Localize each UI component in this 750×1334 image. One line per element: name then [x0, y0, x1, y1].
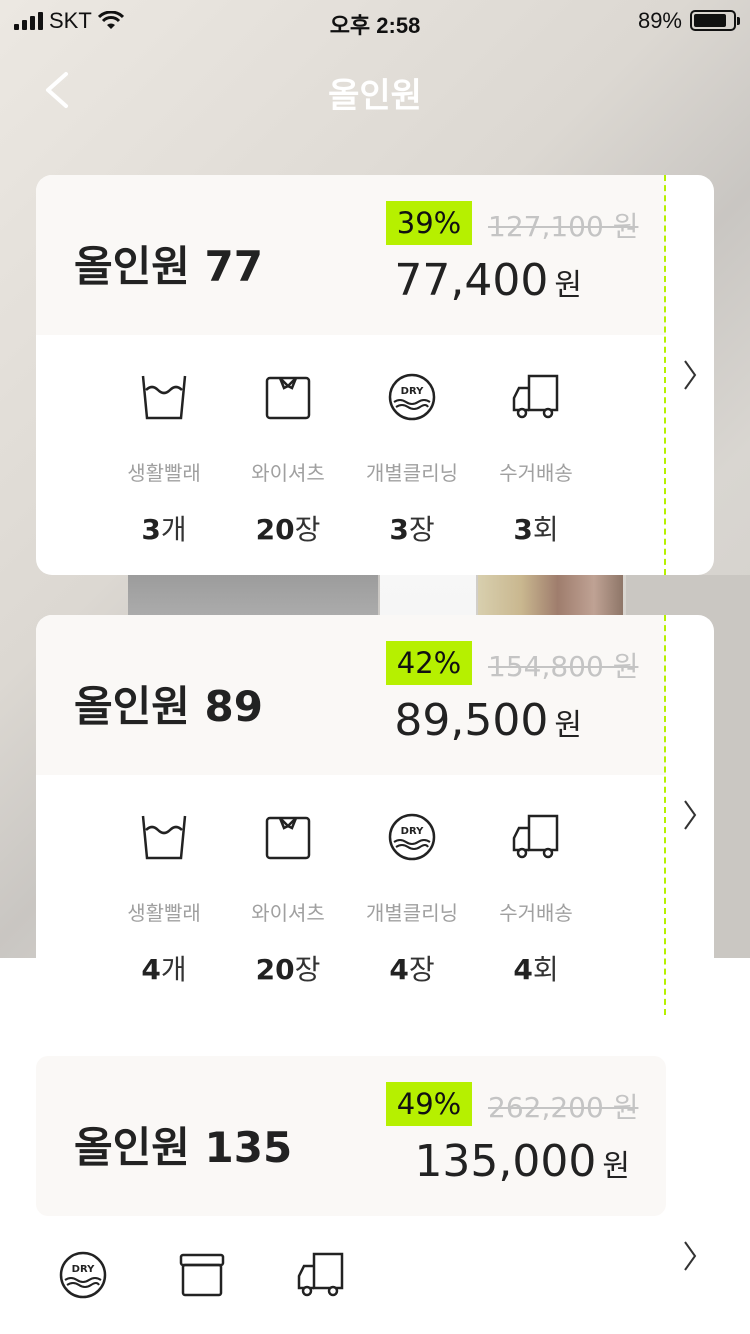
- delivery-truck-icon: [512, 374, 559, 419]
- delivery-truck-icon: [297, 1252, 344, 1297]
- plan-features: 생활빨래 4개 와이셔츠 20장 DRY 개별클리닝 4장 수거배송 4회: [102, 811, 598, 988]
- feature-laundry: 생활빨래 4개: [102, 811, 226, 988]
- status-bar: SKT 오후 2:58 89%: [0, 0, 750, 40]
- shirt-icon: [265, 816, 311, 860]
- battery-icon: [690, 10, 740, 31]
- chevron-right-icon[interactable]: [682, 357, 698, 393]
- feature-shirts: 와이셔츠 20장: [226, 811, 350, 988]
- plan-features-partial: DRY: [58, 1250, 346, 1300]
- plan-name: 올인원 77: [74, 242, 263, 291]
- sale-price: 77,400 원: [394, 255, 582, 306]
- feature-delivery: 수거배송 3회: [474, 371, 598, 548]
- plan-card-135[interactable]: 올인원 135 49% 262,200 원 135,000 원: [36, 1056, 666, 1216]
- feature-label: 와이셔츠: [251, 461, 325, 485]
- dashed-divider: [664, 175, 666, 575]
- discount-badge: 49%: [386, 1082, 472, 1126]
- feature-label: 개별클리닝: [366, 901, 458, 925]
- sale-price: 135,000 원: [414, 1136, 630, 1187]
- dashed-divider: [664, 615, 666, 1015]
- page-title: 올인원: [328, 76, 422, 116]
- laundry-basin-icon: [141, 375, 187, 420]
- feature-count: 4회: [513, 953, 559, 986]
- discount-badge: 42%: [386, 641, 472, 685]
- svg-text:DRY: DRY: [401, 386, 424, 397]
- original-price: 127,100 원: [488, 210, 639, 243]
- original-price: 154,800 원: [488, 650, 639, 683]
- dry-cleaning-icon: DRY: [388, 813, 436, 861]
- plan-name: 올인원 89: [74, 682, 263, 731]
- feature-count: 4개: [141, 953, 187, 986]
- feature-count: 4장: [389, 953, 435, 986]
- plan-card-77[interactable]: 올인원 77 39% 127,100 원 77,400 원 생활빨래 3개 와이셔…: [36, 175, 714, 575]
- dry-cleaning-icon: DRY: [59, 1251, 107, 1299]
- storage-box-icon: [179, 1253, 225, 1297]
- laundry-basin-icon: [141, 815, 187, 860]
- feature-label: 생활빨래: [127, 901, 201, 925]
- svg-text:DRY: DRY: [401, 826, 424, 837]
- original-price: 262,200 원: [488, 1091, 639, 1124]
- feature-dry-cleaning: DRY 개별클리닝 4장: [350, 811, 474, 988]
- feature-count: 20장: [255, 513, 321, 546]
- delivery-truck-icon: [512, 814, 559, 859]
- plan-card-89[interactable]: 올인원 89 42% 154,800 원 89,500 원 생활빨래 4개 와이셔…: [36, 615, 714, 1015]
- feature-label: 수거배송: [499, 461, 573, 485]
- plan-name: 올인원 135: [74, 1123, 293, 1172]
- plan-card-header: 올인원 89 42% 154,800 원 89,500 원: [36, 615, 666, 775]
- feature-label: 수거배송: [499, 901, 573, 925]
- chevron-right-icon[interactable]: [682, 797, 698, 833]
- feature-shirts: 와이셔츠 20장: [226, 371, 350, 548]
- feature-label: 개별클리닝: [366, 461, 458, 485]
- feature-delivery: 수거배송 4회: [474, 811, 598, 988]
- feature-count: 20장: [255, 953, 321, 986]
- plan-features: 생활빨래 3개 와이셔츠 20장 DRY 개별클리닝 3장 수거배송 3회: [102, 371, 598, 548]
- svg-text:DRY: DRY: [72, 1264, 95, 1275]
- chevron-right-icon[interactable]: [682, 1238, 698, 1274]
- battery-percent: 89%: [637, 8, 682, 33]
- plan-card-header: 올인원 77 39% 127,100 원 77,400 원: [36, 175, 666, 335]
- feature-count: 3장: [389, 513, 435, 546]
- feature-label: 와이셔츠: [251, 901, 325, 925]
- feature-dry-cleaning: DRY 개별클리닝 3장: [350, 371, 474, 548]
- dry-cleaning-icon: DRY: [388, 373, 436, 421]
- sale-price: 89,500 원: [394, 695, 582, 746]
- feature-count: 3개: [141, 513, 187, 546]
- feature-label: 생활빨래: [127, 461, 201, 485]
- discount-badge: 39%: [386, 201, 472, 245]
- feature-laundry: 생활빨래 3개: [102, 371, 226, 548]
- shirt-icon: [265, 376, 311, 420]
- feature-count: 3회: [513, 513, 559, 546]
